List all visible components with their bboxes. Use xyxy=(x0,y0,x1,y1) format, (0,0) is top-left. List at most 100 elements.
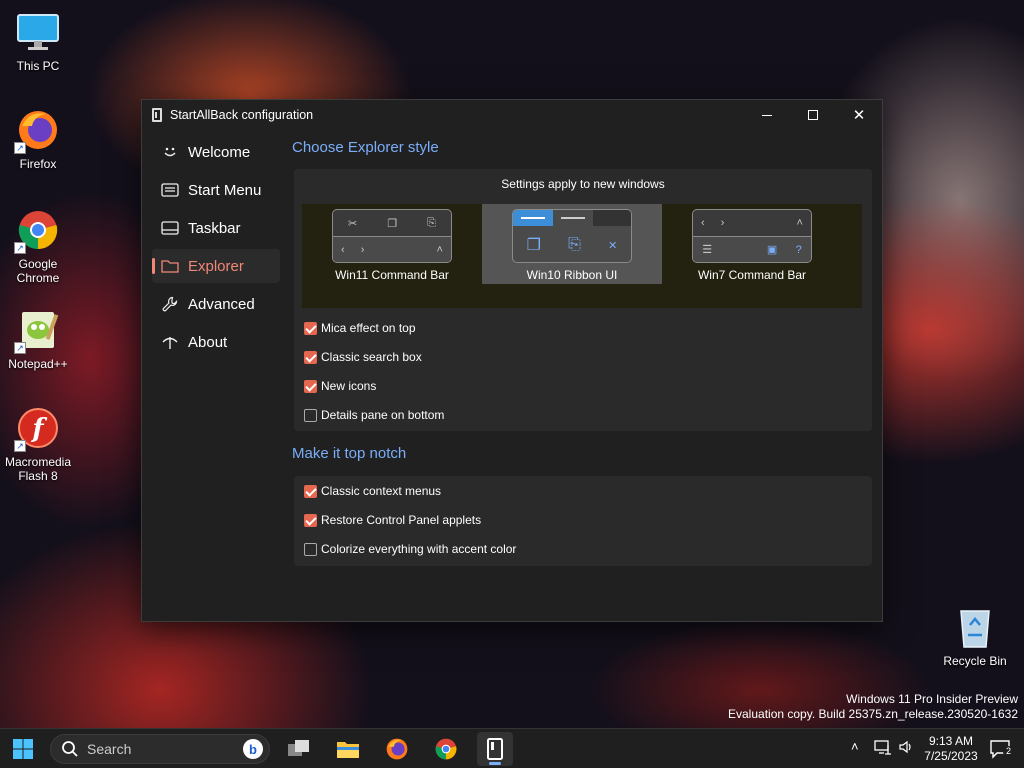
taskbar-icon xyxy=(160,220,180,236)
watermark-line: Evaluation copy. Build 25375.zn_release.… xyxy=(728,707,1018,721)
maximize-icon xyxy=(808,110,818,120)
clock-date: 7/25/2023 xyxy=(924,749,978,763)
desktop-icon-chrome[interactable]: ↗ Google Chrome xyxy=(0,206,76,285)
view-options-icon: ☰ xyxy=(702,244,713,256)
paste-icon: ⎘ xyxy=(568,236,581,253)
ribbon-commands: ❐ ⎘ ✕ xyxy=(513,232,631,258)
taskbar-task-view[interactable] xyxy=(281,732,317,766)
sidebar-item-taskbar[interactable]: Taskbar xyxy=(152,211,280,245)
style-option-label: Win10 Ribbon UI xyxy=(526,268,618,282)
running-indicator xyxy=(489,762,501,765)
shortcut-arrow-icon: ↗ xyxy=(14,342,26,354)
checkbox-mica-effect[interactable]: Mica effect on top xyxy=(304,319,416,337)
flash-icon: f ↗ xyxy=(14,404,62,452)
startallback-icon xyxy=(487,738,503,760)
checkbox-label: Colorize everything with accent color xyxy=(321,542,517,556)
section-title-top-notch: Make it top notch xyxy=(292,445,407,462)
desktop-icon-label: This PC xyxy=(16,59,60,73)
checkbox-details-pane[interactable]: Details pane on bottom xyxy=(304,406,444,424)
checkbox-classic-search[interactable]: Classic search box xyxy=(304,348,422,366)
style-option-win7[interactable]: ‹ › ˄ ☰ ▣? Win7 Command Bar xyxy=(662,204,842,284)
about-icon xyxy=(160,334,180,350)
chevron-up-icon: ˄ xyxy=(796,217,803,229)
desktop-icon-notepadpp[interactable]: ↗ Notepad++ xyxy=(0,306,76,371)
network-icon[interactable] xyxy=(874,739,892,758)
wrench-icon xyxy=(160,296,180,312)
checkbox-box[interactable] xyxy=(304,350,317,364)
folder-icon xyxy=(160,258,180,274)
firefox-icon: ↗ xyxy=(14,106,62,154)
desktop-icon-label: Firefox xyxy=(19,157,57,171)
chevron-up-icon: ˄ xyxy=(436,243,443,256)
paste-icon: ⎘ xyxy=(427,216,436,229)
sidebar-item-label: Welcome xyxy=(188,143,251,161)
desktop-icon-flash[interactable]: f ↗ Macromedia Flash 8 xyxy=(0,404,76,483)
tray-overflow-chevron-icon[interactable]: ˄ xyxy=(851,739,859,754)
checkbox-new-icons[interactable]: New icons xyxy=(304,377,376,395)
preview-toolbar: ✂ ❐ ⎘ xyxy=(333,210,451,236)
notification-center-button[interactable]: 2 xyxy=(990,739,1014,759)
bing-icon[interactable]: b xyxy=(243,739,263,759)
close-button[interactable]: ✕ xyxy=(836,100,882,130)
taskbar-search-box[interactable]: Search b xyxy=(50,734,270,764)
checkbox-box[interactable] xyxy=(304,513,317,527)
sidebar-item-welcome[interactable]: Welcome xyxy=(152,135,280,169)
sidebar-item-about[interactable]: About xyxy=(152,325,280,359)
checkbox-classic-context-menus[interactable]: Classic context menus xyxy=(304,482,441,500)
sidebar-item-label: Taskbar xyxy=(188,219,241,237)
style-option-win11[interactable]: ✂ ❐ ⎘ ‹ › ˄ Win11 Command Bar xyxy=(302,204,482,284)
sidebar-item-advanced[interactable]: Advanced xyxy=(152,287,280,321)
desktop-icon-recycle-bin[interactable]: Recycle Bin xyxy=(937,603,1013,668)
checkbox-box[interactable] xyxy=(304,379,317,393)
ribbon-tab xyxy=(553,210,593,226)
taskbar-firefox[interactable] xyxy=(379,732,415,766)
sidebar-item-label: Advanced xyxy=(188,295,255,313)
settings-note: Settings apply to new windows xyxy=(501,177,665,191)
title-bar[interactable]: StartAllBack configuration ✕ xyxy=(142,100,882,130)
start-button[interactable] xyxy=(5,732,41,766)
checkbox-control-panel-applets[interactable]: Restore Control Panel applets xyxy=(304,511,481,529)
file-explorer-icon xyxy=(337,742,359,758)
checkbox-label: New icons xyxy=(321,379,377,393)
sidebar-item-label: Explorer xyxy=(188,257,244,275)
preview-toolbar: ☰ ▣? xyxy=(693,236,811,262)
taskbar: Search b ˄ 9:13 AM 7/25/2023 2 xyxy=(0,728,1024,768)
checkbox-box[interactable] xyxy=(304,484,317,498)
explorer-style-card: Settings apply to new windows ✂ ❐ ⎘ ‹ › ˄ Wi… xyxy=(294,169,872,431)
smiley-icon xyxy=(160,144,180,160)
chrome-icon: ↗ xyxy=(14,206,62,254)
taskbar-chrome[interactable] xyxy=(428,732,464,766)
checkbox-box[interactable] xyxy=(304,408,317,422)
style-option-win10[interactable]: ❐ ⎘ ✕ Win10 Ribbon UI xyxy=(482,204,662,284)
checkbox-box[interactable] xyxy=(304,542,317,556)
windows-watermark: Windows 11 Pro Insider Preview Evaluatio… xyxy=(728,692,1018,722)
checkbox-label: Restore Control Panel applets xyxy=(321,513,482,527)
shortcut-arrow-icon: ↗ xyxy=(14,242,26,254)
watermark-line: Windows 11 Pro Insider Preview xyxy=(846,692,1018,706)
checkbox-label: Details pane on bottom xyxy=(321,408,445,422)
taskbar-startallback[interactable] xyxy=(477,732,513,766)
sidebar-item-start-menu[interactable]: Start Menu xyxy=(152,173,280,207)
preview-navbar: ‹ › ˄ xyxy=(333,236,451,262)
sidebar-item-explorer[interactable]: Explorer xyxy=(152,249,280,283)
cut-icon: ✂ xyxy=(348,217,358,230)
desktop-icon-this-pc[interactable]: This PC xyxy=(0,8,76,73)
ribbon-tab-active xyxy=(513,210,553,226)
notification-count-badge: 2 xyxy=(1003,746,1014,757)
windows-logo-icon xyxy=(13,739,33,759)
maximize-button[interactable] xyxy=(790,100,836,130)
window-title: StartAllBack configuration xyxy=(170,108,314,122)
checkbox-colorize-accent[interactable]: Colorize everything with accent color xyxy=(304,540,516,558)
back-icon: ‹ xyxy=(341,243,345,256)
checkbox-label: Classic search box xyxy=(321,350,422,364)
desktop-icon-firefox[interactable]: ↗ Firefox xyxy=(0,106,76,171)
taskbar-clock[interactable]: 9:13 AM 7/25/2023 xyxy=(918,734,984,764)
minimize-button[interactable] xyxy=(744,100,790,130)
shortcut-arrow-icon: ↗ xyxy=(14,440,26,452)
taskbar-file-explorer[interactable] xyxy=(330,732,366,766)
close-icon: ✕ xyxy=(852,106,866,124)
sidebar-item-label: Start Menu xyxy=(188,181,262,199)
volume-icon[interactable] xyxy=(898,739,914,758)
desktop-icon-label: Notepad++ xyxy=(8,357,68,371)
checkbox-box[interactable] xyxy=(304,321,317,335)
